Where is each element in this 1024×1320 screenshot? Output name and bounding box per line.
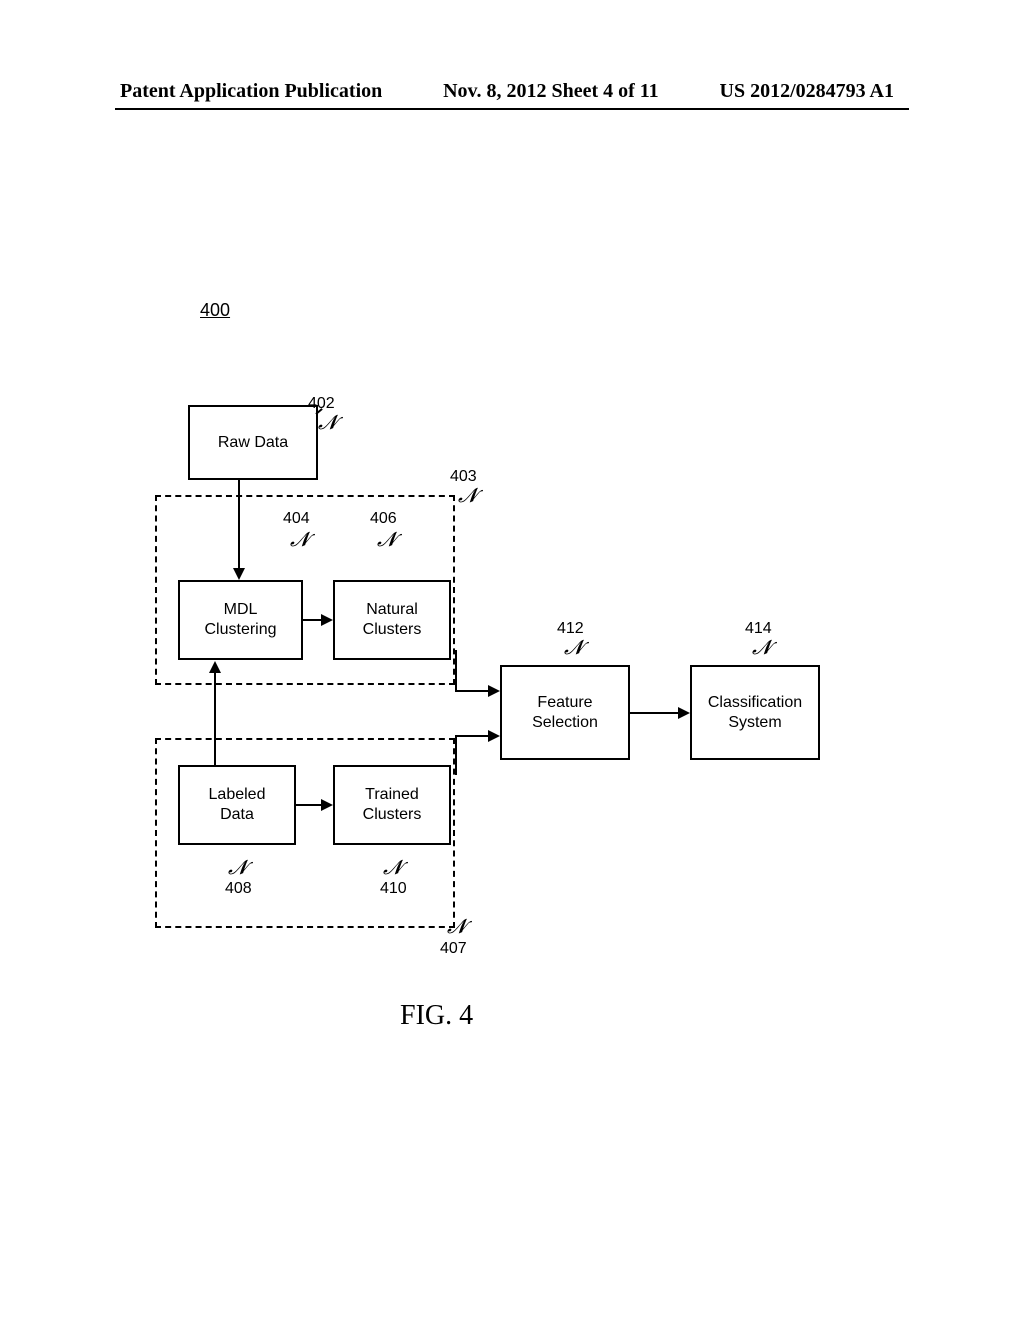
squiggle-408: 𝓝 xyxy=(228,858,247,878)
box-labeled-data: Labeled Data xyxy=(178,765,296,845)
arrow-labeled-to-mdl xyxy=(214,672,216,765)
ref-414: 414 xyxy=(745,620,772,638)
arrow-mdl-to-natural xyxy=(303,619,323,621)
box-raw-data: Raw Data xyxy=(188,405,318,480)
box-feature-selection: Feature Selection xyxy=(500,665,630,760)
box-trained-clusters: Trained Clusters xyxy=(333,765,451,845)
squiggle-403: 𝓝 xyxy=(458,486,477,506)
ref-410: 410 xyxy=(380,880,407,898)
box-mdl-clustering-label: MDL Clustering xyxy=(204,600,276,640)
arrowhead-labeled-to-mdl xyxy=(209,661,221,673)
arrowhead-rawdata-to-mdl xyxy=(233,568,245,580)
squiggle-412: 𝓝 xyxy=(564,638,583,658)
arrowhead-trained-to-feature xyxy=(488,730,500,742)
arrow-feature-to-class xyxy=(630,712,680,714)
squiggle-410: 𝓝 xyxy=(383,858,402,878)
squiggle-404: 𝓝 xyxy=(290,530,309,550)
box-natural-clusters-label: Natural Clusters xyxy=(363,600,422,640)
arrowhead-labeled-to-trained xyxy=(321,799,333,811)
squiggle-402: 𝓝 xyxy=(318,413,337,433)
box-natural-clusters: Natural Clusters xyxy=(333,580,451,660)
ref-404: 404 xyxy=(283,510,310,528)
box-mdl-clustering: MDL Clustering xyxy=(178,580,303,660)
arrow-rawdata-to-mdl xyxy=(238,480,240,570)
arrowhead-natural-to-feature xyxy=(488,685,500,697)
figure-caption: FIG. 4 xyxy=(400,1000,473,1032)
connector-natural-vert xyxy=(455,650,457,690)
ref-406: 406 xyxy=(370,510,397,528)
arrowhead-mdl-to-natural xyxy=(321,614,333,626)
squiggle-406: 𝓝 xyxy=(377,530,396,550)
box-raw-data-label: Raw Data xyxy=(218,433,288,453)
ref-407: 407 xyxy=(440,940,467,958)
box-classification-system-label: Classification System xyxy=(708,693,802,733)
arrowhead-feature-to-class xyxy=(678,707,690,719)
ref-412: 412 xyxy=(557,620,584,638)
squiggle-414: 𝓝 xyxy=(752,638,771,658)
box-feature-selection-label: Feature Selection xyxy=(532,693,598,733)
box-classification-system: Classification System xyxy=(690,665,820,760)
connector-trained-horiz xyxy=(455,735,490,737)
box-labeled-data-label: Labeled Data xyxy=(209,785,266,825)
squiggle-407: 𝓝 xyxy=(447,917,466,937)
ref-408: 408 xyxy=(225,880,252,898)
connector-trained-vert xyxy=(455,735,457,775)
diagram-fig4: Raw Data 402 𝓝 403 𝓝 MDL Clustering 404 … xyxy=(0,0,1024,1320)
connector-natural-horiz xyxy=(455,690,490,692)
ref-403: 403 xyxy=(450,468,477,486)
box-trained-clusters-label: Trained Clusters xyxy=(363,785,422,825)
arrow-labeled-to-trained xyxy=(296,804,323,806)
